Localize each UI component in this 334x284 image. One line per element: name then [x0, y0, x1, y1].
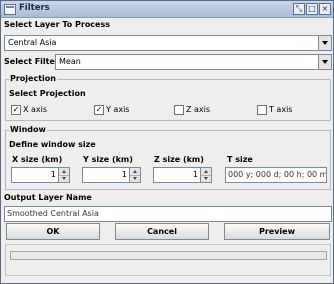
y-size-label: Y size (km): [83, 155, 133, 164]
z-size-increment[interactable]: [201, 168, 211, 175]
output-layer-name-input[interactable]: Smoothed Central Asia: [4, 206, 332, 222]
select-projection-label: Select Projection: [9, 89, 86, 98]
progress-bar: [10, 251, 327, 260]
t-axis-label: T axis: [269, 105, 293, 114]
x-size-value: 1: [50, 170, 56, 179]
output-layer-name-label: Output Layer Name: [4, 193, 92, 202]
x-size-increment[interactable]: [59, 168, 69, 175]
filter-select-value: Mean: [59, 57, 81, 66]
projection-group: [5, 79, 331, 121]
projection-group-title: Projection: [9, 74, 57, 83]
window-group-title: Window: [9, 125, 47, 134]
y-size-decrement[interactable]: [130, 175, 140, 183]
chevron-down-icon[interactable]: [318, 55, 331, 69]
x-size-label: X size (km): [12, 155, 63, 164]
title-bar: Filters ⤡ □ ×: [1, 1, 333, 18]
maximize-icon[interactable]: □: [306, 3, 318, 15]
window-icon: [4, 4, 16, 15]
x-axis-checkbox[interactable]: ✓: [11, 105, 21, 115]
preview-button[interactable]: Preview: [224, 223, 330, 240]
status-panel: [5, 244, 331, 276]
z-size-value: 1: [192, 170, 198, 179]
z-size-spinner[interactable]: 1: [153, 167, 212, 183]
filter-select[interactable]: Mean: [55, 54, 332, 70]
y-size-increment[interactable]: [130, 168, 140, 175]
y-size-value: 1: [121, 170, 127, 179]
output-layer-name-value: Smoothed Central Asia: [7, 209, 99, 218]
t-size-value: 000 y; 000 d; 00 h; 00 m; 00: [228, 170, 327, 179]
chevron-down-icon[interactable]: [318, 36, 331, 50]
z-axis-checkbox[interactable]: [174, 105, 184, 115]
x-axis-label: X axis: [23, 105, 48, 114]
z-axis-label: Z axis: [186, 105, 211, 114]
filters-dialog: Filters ⤡ □ × Select Layer To Process Ce…: [0, 0, 334, 284]
layer-select-value: Central Asia: [8, 38, 57, 47]
y-size-spinner[interactable]: 1: [82, 167, 141, 183]
select-filter-label: Select Filter: [4, 57, 59, 66]
layer-select[interactable]: Central Asia: [4, 35, 332, 51]
y-axis-label: Y axis: [106, 105, 130, 114]
define-window-size-label: Define window size: [9, 140, 96, 149]
cancel-button[interactable]: Cancel: [115, 223, 209, 240]
x-size-decrement[interactable]: [59, 175, 69, 183]
t-size-label: T size: [227, 155, 253, 164]
restore-icon[interactable]: ⤡: [293, 3, 305, 15]
z-size-decrement[interactable]: [201, 175, 211, 183]
y-axis-checkbox[interactable]: ✓: [94, 105, 104, 115]
z-size-label: Z size (km): [154, 155, 204, 164]
close-icon[interactable]: ×: [319, 3, 331, 15]
select-layer-label: Select Layer To Process: [4, 20, 110, 29]
window-title: Filters: [19, 3, 50, 13]
t-size-field[interactable]: 000 y; 000 d; 00 h; 00 m; 00: [225, 167, 327, 183]
ok-button[interactable]: OK: [6, 223, 100, 240]
x-size-spinner[interactable]: 1: [11, 167, 70, 183]
t-axis-checkbox[interactable]: [257, 105, 267, 115]
